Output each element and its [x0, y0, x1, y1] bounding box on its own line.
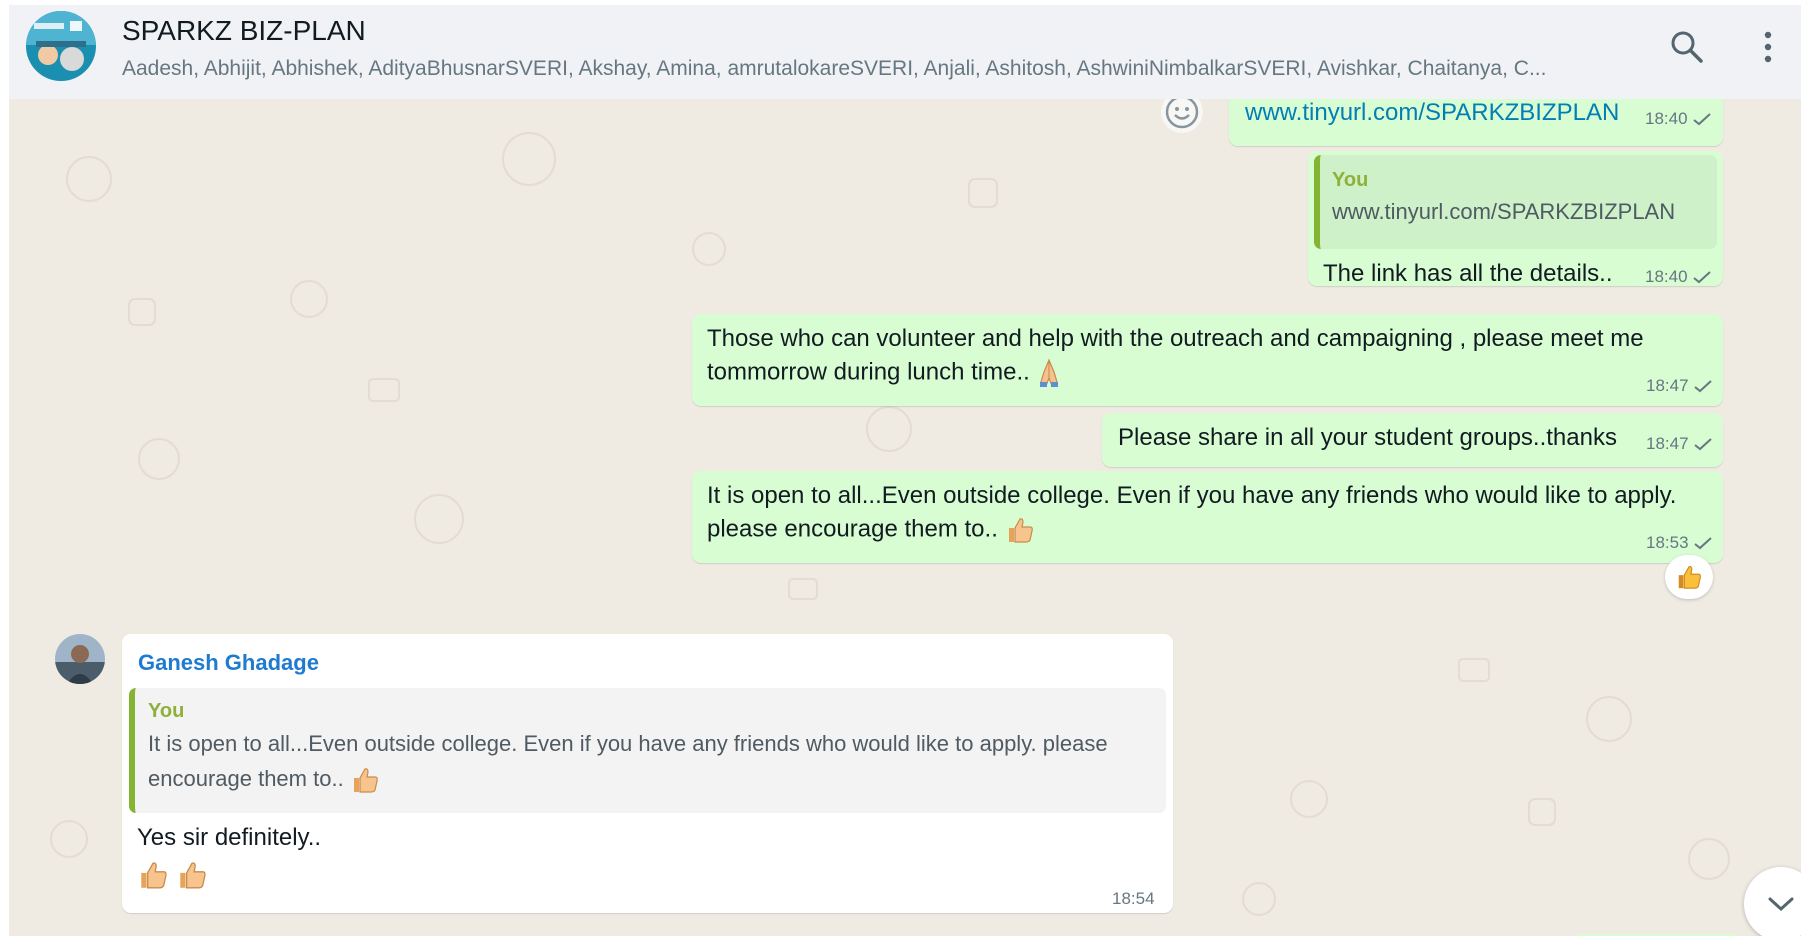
thumbs-up-icon — [353, 768, 378, 793]
message-link[interactable]: www.tinyurl.com/SPARKZBIZPLAN — [1245, 99, 1619, 127]
outgoing-message[interactable]: Those who can volunteer and help with th… — [692, 314, 1723, 406]
message-meta: 18:54 — [1112, 889, 1155, 909]
sent-check-icon — [1692, 113, 1711, 126]
chevron-down-icon — [1768, 897, 1794, 912]
thumbs-up-icon — [141, 862, 167, 889]
message-text: Please share in all your student groups.… — [1118, 424, 1617, 451]
message-time: 18:54 — [1112, 889, 1155, 908]
sender-avatar[interactable] — [55, 634, 105, 684]
whatsapp-window: SPARKZ BIZ-PLAN Aadesh, Abhijit, Abhishe… — [9, 5, 1801, 936]
quote-text-line: It is open to all...Even outside college… — [148, 731, 1108, 756]
message-time: 18:40 — [1645, 109, 1688, 128]
message-meta: 18:47 — [1646, 434, 1713, 454]
group-members[interactable]: Aadesh, Abhijit, Abhishek, AdityaBhusnar… — [122, 57, 1622, 81]
chat-header[interactable]: SPARKZ BIZ-PLAN Aadesh, Abhijit, Abhishe… — [9, 5, 1801, 99]
search-icon[interactable] — [1669, 29, 1705, 65]
message-time: 18:53 — [1646, 533, 1689, 552]
sender-name[interactable]: Ganesh Ghadage — [138, 650, 319, 676]
thumbs-up-icon — [1678, 565, 1701, 589]
react-emoji-button[interactable] — [1161, 99, 1203, 133]
thumbs-up-icon — [1008, 518, 1033, 543]
message-meta: 18:47 — [1646, 376, 1713, 396]
message-reaction[interactable] — [1665, 555, 1713, 599]
outgoing-message[interactable]: Please share in all your student groups.… — [1102, 413, 1723, 467]
smiley-icon — [1165, 99, 1199, 129]
incoming-message[interactable]: Ganesh Ghadage You It is open to all...E… — [122, 634, 1173, 913]
sent-check-icon — [1693, 537, 1712, 550]
outgoing-message[interactable]: It is open to all...Even outside college… — [692, 471, 1723, 563]
chat-area[interactable]: www.tinyurl.com/SPARKZBIZPLAN 18:40 You … — [9, 99, 1801, 936]
message-time: 18:40 — [1645, 267, 1688, 286]
group-avatar[interactable] — [26, 11, 96, 81]
message-meta: 18:40 — [1645, 109, 1712, 129]
quote-text: www.tinyurl.com/SPARKZBIZPLAN — [1332, 199, 1676, 224]
message-emojis — [137, 859, 208, 891]
message-text: The link has all the details.. — [1323, 260, 1613, 287]
message-time: 18:47 — [1646, 376, 1689, 395]
sent-check-icon — [1693, 438, 1712, 451]
outgoing-message[interactable]: www.tinyurl.com/SPARKZBIZPLAN 18:40 — [1229, 99, 1723, 146]
thumbs-up-icon — [179, 862, 206, 889]
message-time: 18:47 — [1646, 434, 1689, 453]
more-vertical-icon[interactable] — [1761, 29, 1775, 65]
sent-check-icon — [1693, 380, 1712, 393]
quote-author: You — [1332, 169, 1369, 191]
quoted-message[interactable]: You It is open to all...Even outside col… — [129, 688, 1166, 813]
quote-text-line: encourage them to.. — [148, 761, 380, 796]
quote-author: You — [148, 700, 185, 722]
message-meta: 18:40 — [1645, 267, 1712, 287]
message-text-line: Those who can volunteer and help with th… — [707, 325, 1644, 352]
quoted-message[interactable]: You www.tinyurl.com/SPARKZBIZPLAN — [1314, 155, 1717, 249]
message-text: Yes sir definitely.. — [137, 824, 322, 851]
sent-check-icon — [1692, 271, 1711, 284]
folded-hands-icon — [1040, 358, 1059, 387]
message-text-line: tommorrow during lunch time.. — [707, 358, 1062, 388]
message-text-line: please encourage them to.. — [707, 515, 1035, 545]
group-title[interactable]: SPARKZ BIZ-PLAN — [122, 15, 366, 47]
message-text-line: It is open to all...Even outside college… — [707, 482, 1677, 509]
outgoing-message[interactable]: You www.tinyurl.com/SPARKZBIZPLAN The li… — [1308, 151, 1723, 287]
message-meta: 18:53 — [1646, 533, 1713, 553]
